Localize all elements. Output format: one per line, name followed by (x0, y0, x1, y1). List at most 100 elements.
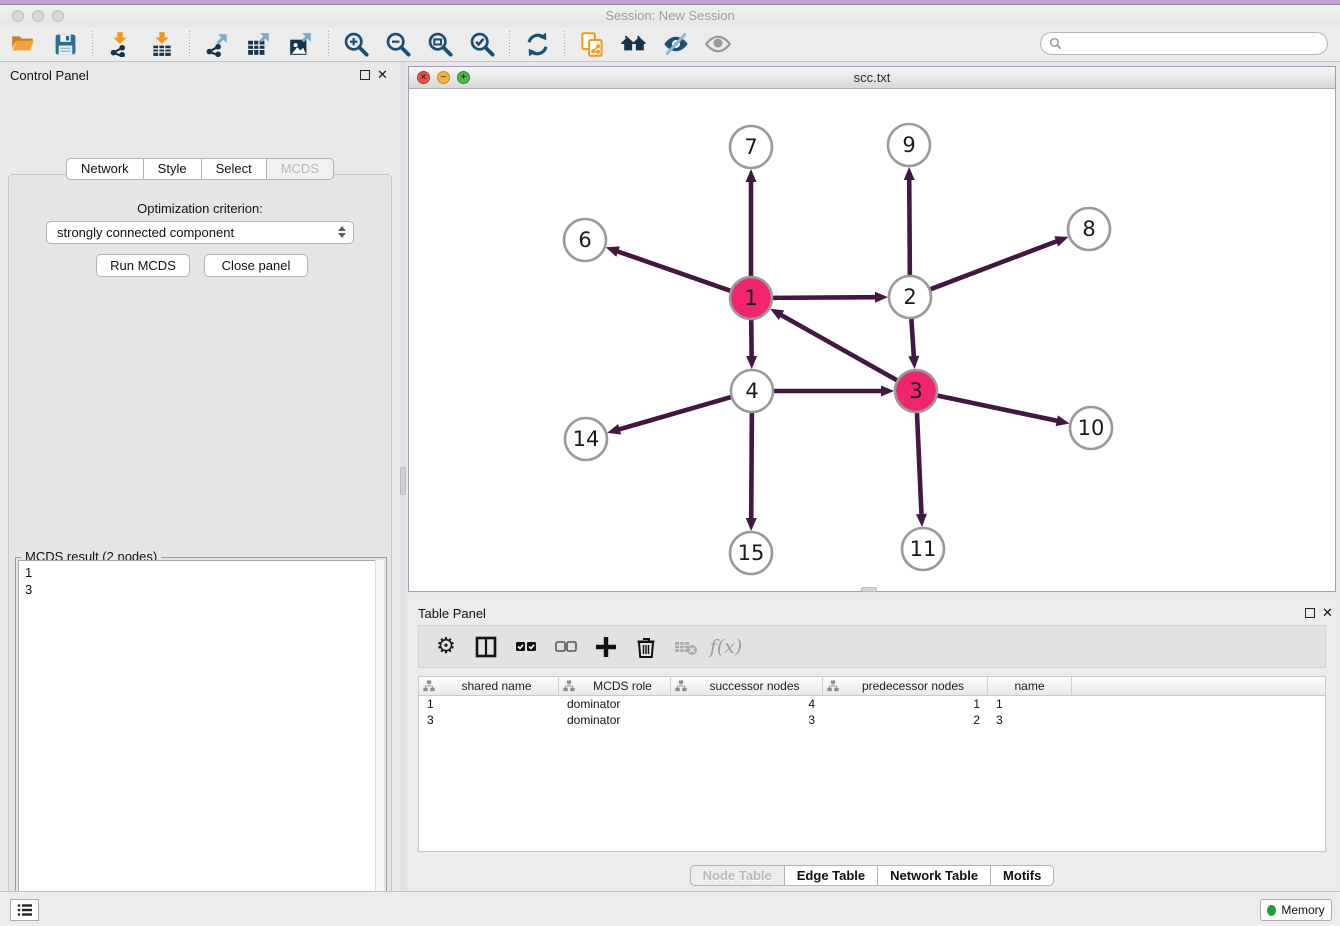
tab-mcds[interactable]: MCDS (267, 158, 334, 180)
export-network-icon[interactable] (202, 30, 232, 58)
show-panels-eye-icon[interactable] (703, 30, 733, 58)
search-icon (1049, 37, 1062, 50)
tab-select[interactable]: Select (202, 158, 267, 180)
import-table-icon[interactable] (147, 30, 177, 58)
column-header-predecessor-nodes[interactable]: predecessor nodes (823, 677, 988, 695)
column-header-mcds-role[interactable]: MCDS role (559, 677, 671, 695)
criterion-dropdown[interactable]: strongly connected component (46, 221, 354, 244)
graph-edge-1-2[interactable] (772, 297, 877, 298)
search-input[interactable] (1067, 37, 1327, 51)
graph-edge-3-11[interactable] (917, 412, 922, 516)
graph-edge-2-3[interactable] (911, 318, 914, 358)
function-builder-icon[interactable]: f(x) (711, 632, 741, 662)
toolbar-separator (509, 31, 510, 57)
memory-button[interactable]: Memory (1260, 899, 1332, 921)
mcds-result-text[interactable]: 1 3 (18, 560, 384, 926)
export-image-icon[interactable] (286, 30, 316, 58)
result-scrollbar[interactable] (375, 560, 384, 926)
graph-node-label: 1 (744, 286, 757, 310)
control-panel: Control Panel ✕ Network Style Select MCD… (0, 62, 400, 890)
graph-edge-4-14[interactable] (618, 397, 732, 430)
network-resize-grip[interactable] (861, 587, 877, 592)
delete-column-trash-icon[interactable] (631, 632, 661, 662)
status-bar: Memory (0, 891, 1340, 926)
export-table-icon[interactable] (244, 30, 274, 58)
control-panel-title: Control Panel (10, 68, 89, 83)
toolbar-separator (564, 31, 565, 57)
close-panel-icon[interactable]: ✕ (377, 67, 388, 83)
column-header-name[interactable]: name (988, 677, 1072, 695)
clone-network-icon[interactable] (577, 30, 607, 58)
column-type-icon (563, 680, 575, 692)
refresh-layout-icon[interactable] (522, 30, 552, 58)
mcds-result-groupbox: MCDS result (2 nodes) 1 3 (15, 557, 387, 926)
tab-style[interactable]: Style (144, 158, 202, 180)
zoom-out-icon[interactable] (383, 30, 413, 58)
graph-node-label: 2 (903, 285, 916, 309)
graph-edge-3-1[interactable] (780, 314, 898, 380)
toolbar-separator (92, 31, 93, 57)
zoom-in-icon[interactable] (341, 30, 371, 58)
optimization-criterion-label: Optimization criterion: (9, 201, 391, 216)
graph-edge-2-9[interactable] (909, 178, 910, 276)
zoom-fit-icon[interactable] (425, 30, 455, 58)
graph-edge-arrowhead (881, 386, 894, 397)
float-panel-icon[interactable] (360, 70, 370, 80)
splitter-grip[interactable] (400, 467, 406, 495)
toolbar-separator (189, 31, 190, 57)
unselect-all-icon[interactable] (551, 632, 581, 662)
graph-edge-2-8[interactable] (930, 241, 1059, 290)
delete-table-icon[interactable] (671, 632, 701, 662)
application-window: Session: New Session (0, 0, 1340, 926)
graph-edge-arrowhead (746, 356, 757, 369)
network-graph[interactable]: 7968124314101511 (409, 89, 1335, 591)
graph-node-label: 7 (744, 135, 757, 159)
column-header-successor-nodes[interactable]: successor nodes (671, 677, 823, 695)
float-table-panel-icon[interactable] (1305, 608, 1315, 618)
network-canvas[interactable]: 7968124314101511 (409, 89, 1335, 591)
column-header-shared-name[interactable]: shared name (419, 677, 559, 695)
tab-edge-table[interactable]: Edge Table (785, 865, 878, 886)
tab-network[interactable]: Network (66, 158, 144, 180)
hide-panels-eye-icon[interactable] (661, 30, 691, 58)
graph-node-label: 6 (578, 228, 591, 252)
graph-node-label: 10 (1078, 416, 1105, 440)
open-session-icon[interactable] (8, 30, 38, 58)
network-window-titlebar[interactable]: × − + scc.txt (409, 67, 1335, 89)
save-session-icon[interactable] (50, 30, 80, 58)
graph-node-label: 4 (745, 379, 758, 403)
graph-edge-arrowhead (1056, 415, 1070, 426)
import-network-icon[interactable] (105, 30, 135, 58)
add-column-plus-icon[interactable] (591, 632, 621, 662)
graph-edge-1-6[interactable] (616, 251, 731, 291)
graph-edge-arrowhead (1054, 236, 1068, 246)
list-icon (17, 903, 33, 917)
tab-network-table[interactable]: Network Table (878, 865, 991, 886)
table-settings-gear-icon[interactable]: ⚙ (431, 632, 461, 662)
panel-splitter[interactable] (400, 62, 406, 890)
window-title: Session: New Session (0, 8, 1340, 23)
column-type-icon (423, 680, 435, 692)
search-field[interactable] (1040, 32, 1328, 55)
node-table[interactable]: shared name MCDS role successor nodes pr… (418, 676, 1326, 852)
tab-node-table[interactable]: Node Table (690, 865, 785, 886)
tab-motifs[interactable]: Motifs (991, 865, 1054, 886)
dropdown-stepper-icon (338, 226, 346, 238)
graph-edge-arrowhead (916, 514, 927, 527)
select-all-icon[interactable] (511, 632, 541, 662)
zoom-selected-icon[interactable] (467, 30, 497, 58)
criterion-value: strongly connected component (57, 225, 234, 240)
home-view-icon[interactable] (619, 30, 649, 58)
table-row[interactable]: 1 dominator 4 1 1 (419, 696, 1325, 712)
graph-edge-4-15[interactable] (751, 412, 752, 520)
run-mcds-button[interactable]: Run MCDS (96, 254, 190, 277)
table-row[interactable]: 3 dominator 3 2 3 (419, 712, 1325, 728)
close-panel-button[interactable]: Close panel (204, 254, 308, 277)
show-columns-icon[interactable] (471, 632, 501, 662)
table-header-row: shared name MCDS role successor nodes pr… (419, 677, 1325, 696)
graph-edge-3-10[interactable] (937, 395, 1059, 421)
task-history-button[interactable] (10, 899, 39, 921)
table-toolbar: ⚙ f(x) (418, 625, 1326, 668)
close-table-panel-icon[interactable]: ✕ (1322, 605, 1333, 621)
graph-edge-arrowhead (606, 246, 620, 256)
